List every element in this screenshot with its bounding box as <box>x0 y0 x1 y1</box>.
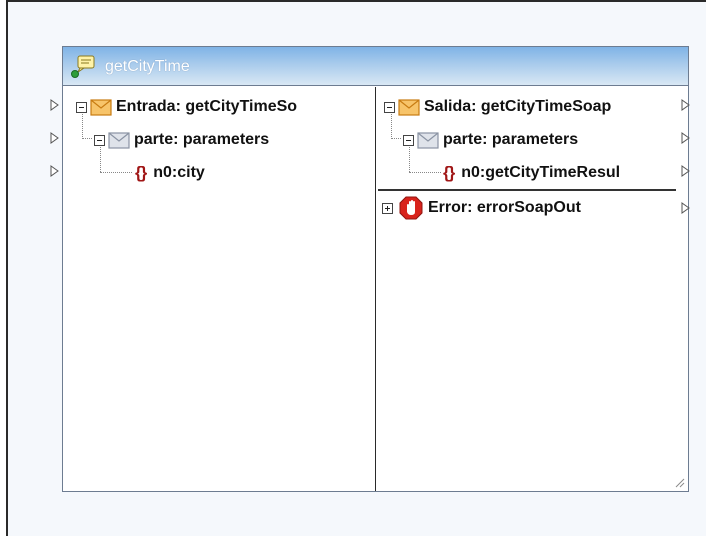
input-port-icon[interactable] <box>50 99 60 111</box>
output-element-node[interactable]: {} n0:getCityTimeResul <box>443 158 620 188</box>
input-message-node[interactable]: Entrada: getCityTimeSo <box>76 92 297 122</box>
input-part-label: parte: parameters <box>134 131 270 148</box>
input-element-node[interactable]: {} n0:city <box>135 158 205 188</box>
expand-icon[interactable] <box>382 202 393 214</box>
output-port-icon[interactable] <box>681 165 691 177</box>
tree-line <box>100 172 132 173</box>
resize-grip-icon[interactable] <box>673 476 685 488</box>
element-braces-icon: {} <box>135 163 147 182</box>
collapse-icon[interactable] <box>384 101 395 113</box>
tree-line <box>409 172 441 173</box>
output-port-icon[interactable] <box>681 132 691 144</box>
input-message-label: Entrada: getCityTimeSo <box>116 98 298 115</box>
tree-line <box>391 138 401 139</box>
mapping-canvas: getCityTime Entrada: getCityTimeSo parte… <box>6 0 706 536</box>
envelope-icon <box>90 98 112 116</box>
collapse-icon[interactable] <box>403 134 414 146</box>
output-port-icon[interactable] <box>681 99 691 111</box>
output-fault-label: Error: errorSoapOut <box>428 199 581 216</box>
component-title: getCityTime <box>105 58 190 75</box>
output-pane: Salida: getCityTimeSoap parte: parameter… <box>376 87 688 491</box>
input-element-label: n0:city <box>153 164 205 181</box>
output-part-label: parte: parameters <box>443 131 579 148</box>
output-fault-node[interactable]: Error: errorSoapOut <box>382 193 581 223</box>
fault-separator <box>378 189 676 191</box>
component-title-bar[interactable]: getCityTime <box>63 47 688 86</box>
element-braces-icon: {} <box>443 163 455 182</box>
envelope-icon <box>108 131 130 149</box>
envelope-icon <box>398 98 420 116</box>
input-port-icon[interactable] <box>50 132 60 144</box>
collapse-icon[interactable] <box>76 101 87 113</box>
output-message-node[interactable]: Salida: getCityTimeSoap <box>384 92 611 122</box>
input-pane: Entrada: getCityTimeSo parte: parameters… <box>63 87 376 491</box>
error-stop-hand-icon <box>399 196 423 220</box>
input-part-node[interactable]: parte: parameters <box>94 125 269 155</box>
output-message-label: Salida: getCityTimeSoap <box>424 98 612 115</box>
output-port-icon[interactable] <box>681 202 691 214</box>
collapse-icon[interactable] <box>94 134 105 146</box>
web-service-component[interactable]: getCityTime Entrada: getCityTimeSo parte… <box>62 46 689 492</box>
output-part-node[interactable]: parte: parameters <box>403 125 578 155</box>
tree-line <box>82 138 92 139</box>
output-element-label: n0:getCityTimeResul <box>461 164 621 181</box>
envelope-icon <box>417 131 439 149</box>
input-port-icon[interactable] <box>50 165 60 177</box>
web-service-call-icon <box>71 55 95 78</box>
